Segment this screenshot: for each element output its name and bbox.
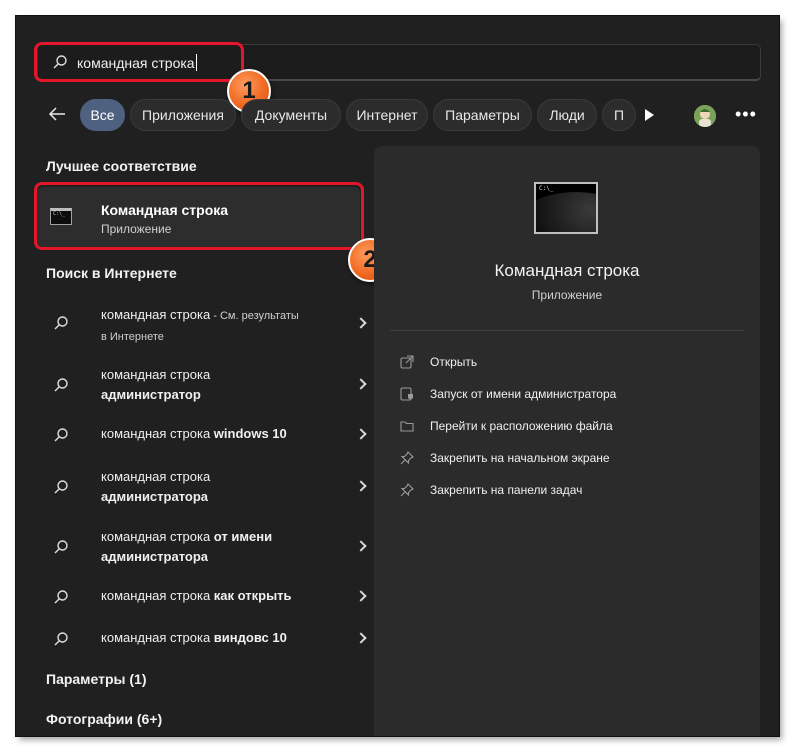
pin-icon [400, 483, 414, 497]
scroll-filters-icon[interactable] [645, 109, 654, 121]
web-result-row[interactable]: командная строка - См. результаты в Интер… [37, 304, 367, 354]
web-result-row[interactable]: командная строка как открыть [37, 586, 367, 610]
web-result-text: командная строка администратора [101, 469, 211, 504]
filter-more-truncated[interactable]: П [602, 99, 636, 131]
open-icon [400, 355, 414, 369]
search-query: командная строка [77, 54, 197, 71]
search-icon [53, 539, 69, 560]
avatar[interactable] [694, 105, 716, 127]
photos-section-header[interactable]: Фотографии (6+) [46, 711, 162, 727]
filter-documents[interactable]: Документы [241, 99, 341, 131]
filter-apps[interactable]: Приложения [130, 99, 236, 131]
web-result-row[interactable]: командная строка виндовс 10 [37, 628, 367, 652]
chevron-right-icon [355, 540, 367, 552]
filter-all[interactable]: Все [80, 99, 125, 131]
web-result-row[interactable]: командная строка windows 10 [37, 424, 367, 448]
folder-icon [400, 419, 414, 433]
text-caret [195, 54, 197, 71]
web-result-text: командная строка - См. результаты в Интер… [101, 307, 299, 343]
search-icon [53, 589, 69, 610]
search-window: командная строка 1 Все Приложения Докуме… [16, 16, 779, 736]
web-result-row[interactable]: командная строка от имени администратора [37, 526, 367, 570]
filter-settings[interactable]: Параметры [433, 99, 532, 131]
filter-internet[interactable]: Интернет [346, 99, 428, 131]
divider [390, 330, 744, 331]
best-match-item[interactable]: Командная строка Приложение [37, 187, 360, 247]
search-icon [53, 631, 69, 652]
search-input[interactable]: командная строка [37, 44, 761, 81]
web-result-text: командная строка от имени администратора [101, 529, 273, 564]
command-prompt-large-icon: C:\_ [534, 182, 598, 234]
best-match-subtitle: Приложение [101, 222, 172, 236]
chevron-right-icon [355, 590, 367, 602]
more-options-icon[interactable]: ••• [735, 105, 757, 123]
web-result-text: командная строка windows 10 [101, 426, 287, 441]
web-result-text: командная строка как открыть [101, 588, 292, 603]
best-match-title: Командная строка [101, 202, 229, 218]
chevron-right-icon [355, 317, 367, 329]
chevron-right-icon [355, 480, 367, 492]
search-icon [53, 479, 69, 500]
pin-icon [400, 451, 414, 465]
search-icon [53, 315, 69, 336]
chevron-right-icon [355, 428, 367, 440]
shield-icon [400, 387, 414, 401]
web-search-header: Поиск в Интернете [46, 265, 177, 281]
web-result-row[interactable]: командная строка администратор [37, 364, 367, 408]
chevron-right-icon [355, 632, 367, 644]
search-icon [53, 427, 69, 448]
best-match-header: Лучшее соответствие [46, 158, 197, 174]
preview-title: Командная строка [494, 261, 640, 280]
preview-subtitle: Приложение [531, 288, 603, 302]
search-icon [52, 54, 68, 75]
settings-section-header[interactable]: Параметры (1) [46, 671, 147, 687]
preview-pane: C:\_ Командная строка Приложение Открыть… [374, 146, 760, 736]
web-result-row[interactable]: командная строка администратора [37, 466, 367, 510]
web-result-text: командная строка администратор [101, 367, 211, 402]
command-prompt-icon [50, 208, 72, 225]
search-icon [53, 377, 69, 398]
back-arrow-icon[interactable] [48, 106, 66, 127]
chevron-right-icon [355, 378, 367, 390]
web-result-text: командная строка виндовс 10 [101, 630, 287, 645]
filter-people[interactable]: Люди [537, 99, 597, 131]
